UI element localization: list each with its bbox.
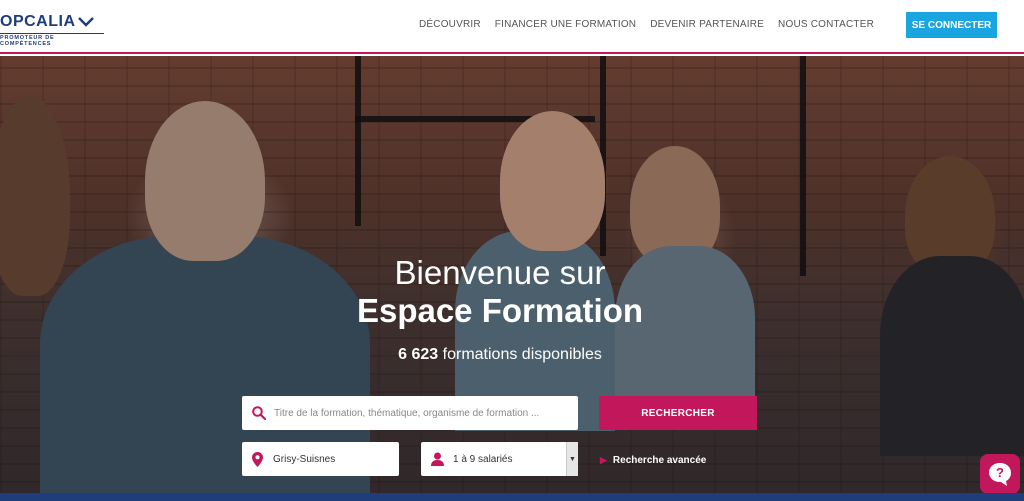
opcalia-logo[interactable]: OPCALIA PROMOTEUR DE COMPÉTENCES	[0, 13, 110, 47]
location-field[interactable]	[242, 442, 399, 476]
search-button[interactable]: RECHERCHER	[599, 396, 757, 430]
logo-mark-icon	[77, 17, 94, 27]
site-header: OPCALIA PROMOTEUR DE COMPÉTENCES DÉCOUVR…	[0, 0, 1024, 54]
nav-devenir-partenaire[interactable]: DEVENIR PARTENAIRE	[650, 19, 764, 30]
logo-tagline: PROMOTEUR DE COMPÉTENCES	[0, 33, 104, 47]
hero-banner: Bienvenue sur Espace Formation 6 623 for…	[0, 56, 1024, 501]
formations-count-number: 6 623	[398, 346, 439, 363]
nav-decouvrir[interactable]: DÉCOUVRIR	[419, 19, 481, 30]
advanced-search-label: Recherche avancée	[612, 455, 707, 466]
chevron-down-icon[interactable]: ▼	[566, 442, 578, 476]
nav-financer-formation[interactable]: FINANCER UNE FORMATION	[495, 19, 636, 30]
search-icon	[252, 406, 266, 420]
formations-count: 6 623 formations disponibles	[0, 346, 1000, 364]
help-chat-icon: ?	[989, 463, 1011, 486]
hero-title-line2: Espace Formation	[356, 292, 644, 329]
hero-bottom-bar	[0, 493, 1024, 501]
svg-text:?: ?	[996, 465, 1004, 480]
help-chat-button[interactable]: ?	[980, 454, 1020, 494]
advanced-search-link[interactable]: ▶ Recherche avancée	[600, 455, 706, 466]
formations-count-suffix: formations disponibles	[438, 346, 602, 363]
chevron-right-icon: ▶	[600, 455, 607, 465]
company-size-value: 1 à 9 salariés	[453, 453, 513, 465]
logo-name: OPCALIA	[0, 13, 76, 30]
search-field[interactable]	[242, 396, 578, 430]
search-input[interactable]	[274, 407, 554, 419]
location-pin-icon	[252, 451, 263, 467]
company-size-select[interactable]: 1 à 9 salariés ▼	[421, 442, 578, 476]
main-nav: DÉCOUVRIR FINANCER UNE FORMATION DEVENIR…	[419, 19, 874, 30]
user-icon	[431, 452, 444, 466]
nav-nous-contacter[interactable]: NOUS CONTACTER	[778, 19, 874, 30]
connect-button[interactable]: SE CONNECTER	[906, 12, 997, 38]
location-input[interactable]	[273, 453, 393, 465]
hero-title-line1: Bienvenue sur	[394, 254, 606, 291]
